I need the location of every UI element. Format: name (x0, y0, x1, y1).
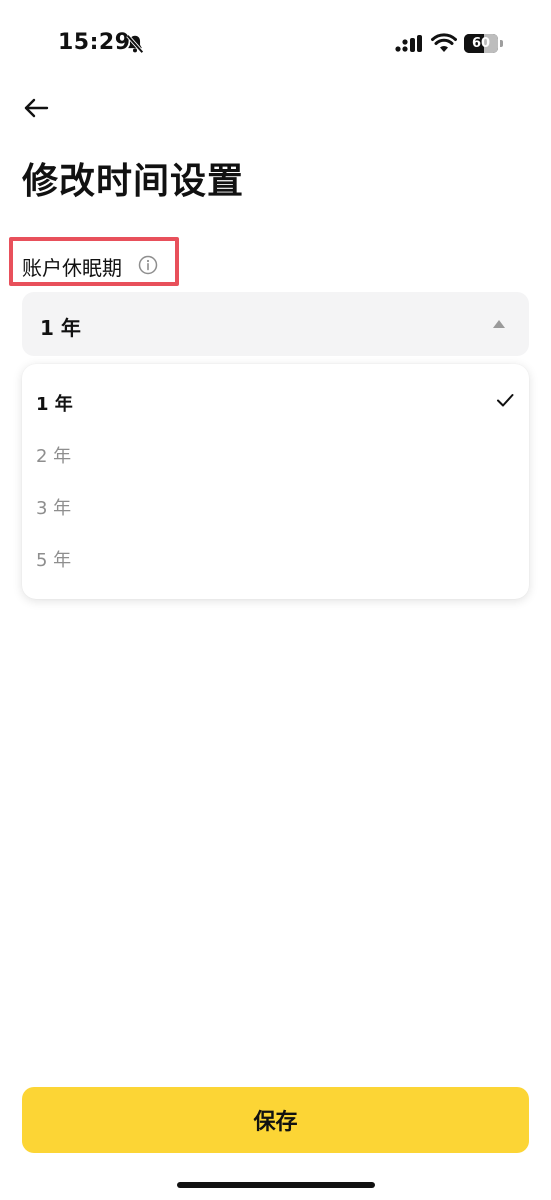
dropdown-menu: 1 年 2 年 3 年 5 年 (22, 364, 529, 599)
wifi-icon (431, 33, 457, 52)
battery-icon: 60 (464, 34, 504, 54)
dropdown-option[interactable]: 3 年 (22, 480, 529, 532)
status-time: 15:29 (58, 30, 131, 55)
dropdown-option[interactable]: 1 年 (22, 376, 529, 428)
arrow-left-icon[interactable] (22, 94, 52, 122)
option-label: 2 年 (36, 446, 72, 467)
select-value: 1 年 (40, 316, 81, 340)
option-label: 3 年 (36, 498, 72, 519)
dropdown-option[interactable]: 5 年 (22, 532, 529, 584)
save-button[interactable]: 保存 (22, 1087, 529, 1153)
status-bar: 15:29 60 (0, 0, 551, 90)
battery-body: 60 (464, 34, 498, 53)
page-title: 修改时间设置 (22, 161, 245, 202)
option-label: 1 年 (36, 394, 73, 415)
field-label: 账户休眠期 (22, 256, 122, 280)
signal-icon (395, 35, 422, 52)
caret-up-icon (493, 320, 505, 328)
checkmark-icon (497, 394, 514, 407)
dropdown-option[interactable]: 2 年 (22, 428, 529, 480)
info-circle-icon[interactable] (138, 255, 158, 275)
home-indicator (177, 1182, 375, 1188)
bell-slash-icon (126, 34, 144, 54)
battery-cap (500, 40, 503, 47)
battery-level: 60 (471, 36, 491, 51)
dormancy-period-select[interactable]: 1 年 (22, 292, 529, 356)
option-label: 5 年 (36, 550, 72, 571)
